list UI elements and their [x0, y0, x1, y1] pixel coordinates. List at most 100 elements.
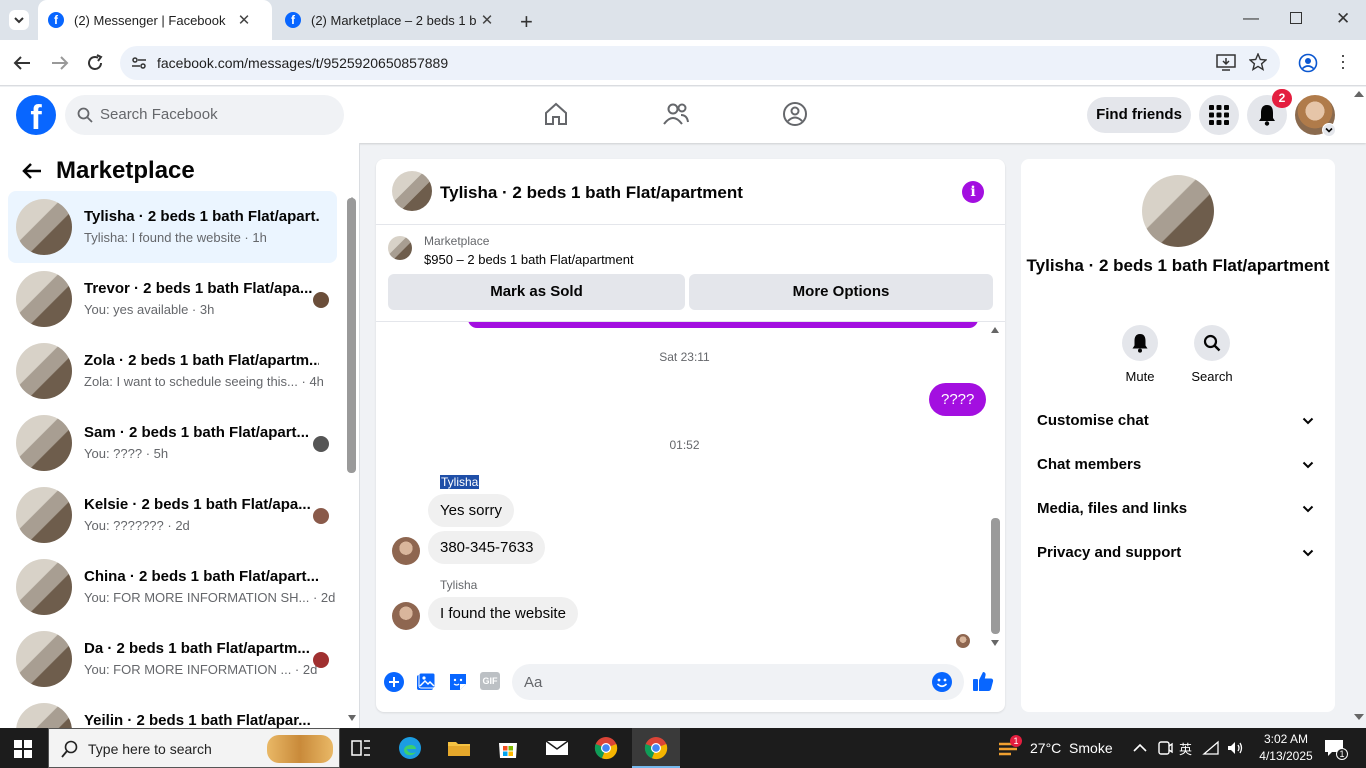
listing-avatar[interactable]	[1142, 175, 1214, 247]
mark-as-sold-button[interactable]: Mark as Sold	[388, 274, 685, 310]
page-scroll-down-icon[interactable]	[1354, 714, 1364, 720]
chrome-icon	[644, 737, 668, 760]
clock[interactable]: 3:02 AM 4/13/2025	[1252, 731, 1320, 765]
scroll-up-icon[interactable]	[991, 327, 999, 333]
conversation-item[interactable]: Tylisha · 2 beds 1 bath Flat/apart... Ty…	[8, 191, 337, 263]
back-arrow-icon[interactable]	[22, 162, 42, 180]
windows-start-icon[interactable]	[14, 740, 32, 758]
conversation-item[interactable]: Yeilin · 2 beds 1 bath Flat/apar...	[8, 695, 337, 728]
task-view-icon[interactable]	[349, 736, 373, 760]
outgoing-message-bubble[interactable]: ????	[929, 383, 987, 416]
mail-icon[interactable]	[545, 736, 569, 760]
chat-header: Tylisha · 2 beds 1 bath Flat/apartment i	[376, 159, 1005, 225]
sender-avatar[interactable]	[392, 602, 420, 630]
chat-avatar[interactable]	[392, 171, 432, 211]
incoming-message-bubble[interactable]: 380-345-7633	[428, 531, 546, 564]
taskbar-search-input[interactable]: Type here to search	[48, 728, 340, 768]
chat-title[interactable]: Tylisha · 2 beds 1 bath Flat/apartment	[440, 183, 743, 203]
listing-thumbnail	[16, 199, 72, 255]
input-method-icon[interactable]: 英	[1179, 739, 1192, 758]
gif-icon[interactable]: GIF	[480, 672, 500, 690]
network-icon[interactable]	[1202, 740, 1220, 756]
photo-icon[interactable]	[416, 672, 436, 692]
marketplace-header: Marketplace	[22, 157, 195, 185]
message-input[interactable]: Aa	[512, 664, 964, 700]
bookmark-star-icon[interactable]	[1249, 53, 1267, 71]
chevron-down-icon	[1302, 549, 1314, 557]
install-app-icon[interactable]	[1216, 54, 1236, 72]
volume-icon[interactable]	[1226, 740, 1244, 756]
bell-icon	[1132, 334, 1148, 353]
privacy-support-section[interactable]: Privacy and support	[1037, 544, 1319, 568]
scroll-down-icon[interactable]	[991, 640, 999, 646]
conversation-item[interactable]: Sam · 2 beds 1 bath Flat/apart... You: ?…	[8, 407, 337, 479]
minimize-window-button[interactable]: —	[1243, 10, 1259, 28]
find-friends-button[interactable]: Find friends	[1087, 97, 1191, 133]
listing-thumbnail[interactable]	[388, 236, 412, 260]
account-chevron-icon[interactable]	[1322, 123, 1336, 137]
customise-chat-section[interactable]: Customise chat	[1037, 412, 1319, 436]
browser-menu-icon[interactable]: · · ·	[1340, 46, 1346, 76]
weather-text[interactable]: 27°C Smoke	[1030, 740, 1113, 756]
conversation-item[interactable]: Zola · 2 beds 1 bath Flat/apartm... Zola…	[8, 335, 337, 407]
omnibox[interactable]: facebook.com/messages/t/9525920650857889	[120, 46, 1280, 80]
microsoft-store-icon[interactable]	[496, 736, 520, 760]
clock-date: 4/13/2025	[1259, 749, 1313, 763]
conversation-item[interactable]: Trevor · 2 beds 1 bath Flat/apa... You: …	[8, 263, 337, 335]
listing-price-title[interactable]: $950 – 2 beds 1 bath Flat/apartment	[424, 252, 634, 267]
conversation-item[interactable]: Kelsie · 2 beds 1 bath Flat/apa... You: …	[8, 479, 337, 551]
close-tab-icon[interactable]: ✕	[477, 11, 497, 29]
more-options-button[interactable]: More Options	[689, 274, 993, 310]
message-thread-scrollbar[interactable]	[991, 518, 1000, 634]
conversation-item[interactable]: China · 2 beds 1 bath Flat/apart... You:…	[8, 551, 337, 623]
reload-icon[interactable]	[85, 53, 105, 73]
facebook-search-input[interactable]: Search Facebook	[65, 95, 344, 135]
conversation-item[interactable]: Da · 2 beds 1 bath Flat/apartm... You: F…	[8, 623, 337, 695]
meet-now-icon[interactable]	[1157, 740, 1173, 756]
conversation-name: Yeilin · 2 beds 1 bath Flat/apar...	[84, 712, 311, 728]
restore-window-button[interactable]	[1290, 12, 1302, 24]
page-scroll-up-icon[interactable]	[1354, 91, 1364, 97]
mute-button[interactable]: Mute	[1110, 325, 1170, 384]
incoming-message-bubble[interactable]: I found the website	[428, 597, 578, 630]
address-bar: facebook.com/messages/t/9525920650857889…	[0, 40, 1366, 86]
forward-arrow-icon[interactable]	[50, 54, 70, 72]
tab-search-button[interactable]	[9, 10, 29, 30]
chrome-active-window[interactable]	[632, 728, 680, 768]
sender-avatar[interactable]	[392, 537, 420, 565]
search-icon	[77, 107, 93, 123]
close-window-button[interactable]: ✕	[1336, 9, 1350, 29]
tab-messenger[interactable]: f (2) Messenger | Facebook ✕	[38, 0, 272, 40]
facebook-header: f Search Facebook Find friends 2	[0, 87, 1366, 143]
listing-thumbnail	[16, 415, 72, 471]
friends-icon[interactable]	[662, 101, 690, 127]
chrome-icon[interactable]	[594, 736, 618, 760]
thumbs-up-icon[interactable]	[972, 670, 994, 692]
media-files-links-section[interactable]: Media, files and links	[1037, 500, 1319, 524]
profile-icon[interactable]	[1298, 53, 1318, 73]
file-explorer-icon[interactable]	[447, 736, 471, 760]
tab-marketplace[interactable]: f (2) Marketplace – 2 beds 1 bath ✕	[275, 0, 509, 40]
show-hidden-icons-icon[interactable]	[1133, 743, 1147, 753]
menu-button[interactable]	[1199, 95, 1239, 135]
conversation-list-scrollbar[interactable]	[347, 198, 356, 473]
back-arrow-icon[interactable]	[12, 54, 32, 72]
new-tab-button[interactable]: +	[520, 9, 533, 35]
close-tab-icon[interactable]: ✕	[234, 11, 254, 29]
site-settings-icon[interactable]	[131, 55, 147, 71]
edge-browser-icon[interactable]	[398, 736, 422, 760]
search-in-conversation-button[interactable]: Search	[1182, 325, 1242, 384]
page-title: Marketplace	[56, 157, 195, 184]
incoming-message-bubble[interactable]: Yes sorry	[428, 494, 514, 527]
emoji-icon[interactable]	[932, 672, 952, 692]
groups-icon[interactable]	[782, 101, 808, 127]
plus-circle-icon[interactable]	[384, 672, 404, 692]
sticker-icon[interactable]	[448, 672, 468, 692]
facebook-logo-icon[interactable]: f	[16, 95, 56, 135]
chat-members-section[interactable]: Chat members	[1037, 456, 1319, 480]
scroll-down-icon[interactable]	[348, 715, 356, 721]
info-icon[interactable]: i	[962, 181, 984, 203]
windows-taskbar: Type here to search 1 27°C Smoke 英 3:02 …	[0, 728, 1366, 768]
conversation-name: Sam · 2 beds 1 bath Flat/apart...	[84, 424, 310, 441]
home-icon[interactable]	[543, 101, 569, 127]
